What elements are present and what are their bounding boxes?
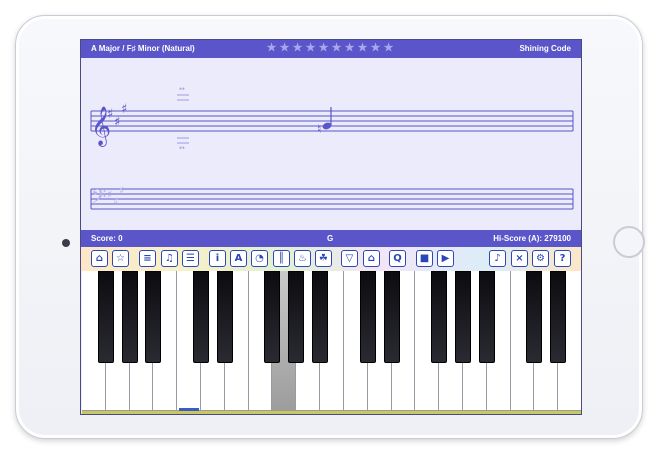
black-key[interactable] (359, 271, 376, 363)
piano-icon: ║ (278, 253, 285, 264)
shape-icon: ⌂ (367, 253, 376, 264)
star-icon: ★ (383, 42, 394, 54)
keyboard-base (82, 411, 581, 414)
star-icon: ★ (292, 42, 303, 54)
piano-keyboard (82, 271, 581, 414)
bass-clef-icon: 𝄢 (91, 185, 106, 213)
star-icon: ★ (266, 42, 277, 54)
down-arrow-icon: ↔ (179, 144, 185, 152)
black-key[interactable] (216, 271, 233, 363)
camera-lens (62, 239, 70, 247)
sharp-icon: ♯ (119, 184, 124, 197)
piano-button[interactable]: ║ (273, 250, 290, 267)
treble-staff (90, 110, 574, 132)
up-arrow-icon: ↔ (179, 85, 185, 93)
app-screen: A Major / F♯ Minor (Natural) ★ ★ ★ ★ ★ ★ ★ ★ ★ ★ … (80, 39, 582, 415)
hiscore-label: Hi-Score (A): 279100 (493, 234, 571, 243)
black-key[interactable] (312, 271, 329, 363)
black-key[interactable] (193, 271, 210, 363)
bass-staff (90, 188, 574, 210)
sharp-icon: ♯ (107, 188, 112, 201)
gear-button[interactable]: ⚙ (532, 250, 549, 267)
natural-icon: ♮ (317, 122, 321, 136)
stop-button[interactable]: ■ (416, 250, 433, 267)
toolbar: ⌂ ☆ ≡ ♫ ☰ i A ◔ ║ ♨ ☘ ▽ ⌂ Q ■ ▶ ♪ × ⚙? (81, 247, 581, 271)
stop-icon: ■ (419, 253, 430, 264)
menu-button[interactable]: ☰ (182, 250, 199, 267)
turtle-icon: ☘ (319, 253, 328, 264)
star-icon: ★ (279, 42, 290, 54)
flame-icon: ♨ (298, 253, 307, 264)
gear-icon: ⚙ (536, 253, 545, 264)
black-key[interactable] (383, 271, 400, 363)
black-key[interactable] (454, 271, 471, 363)
menu-icon: ☰ (186, 253, 195, 264)
sharp-icon: ♯ (107, 107, 113, 122)
sharp-icon: ♯ (121, 102, 127, 117)
black-key[interactable] (526, 271, 543, 363)
info-icon: i (215, 253, 220, 264)
sharp-icon: ♯ (113, 195, 118, 208)
staff-area: 𝄞 ♯ ♯ ♯ ↔ ↔ ♮ 𝄢 ♯ ♯ ♯ (81, 58, 581, 230)
speaker-icon: ♪ (494, 253, 501, 264)
mute-icon: × (515, 253, 524, 264)
star-button[interactable]: ☆ (112, 250, 129, 267)
black-key[interactable] (97, 271, 114, 363)
brand-label: Shining Code (519, 44, 571, 53)
note-grid-button[interactable]: ♫ (161, 250, 178, 267)
star-icon: ★ (318, 42, 329, 54)
current-note-label: G (327, 234, 334, 243)
black-key[interactable] (550, 271, 567, 363)
home-icon: ⌂ (95, 253, 104, 264)
mute-button[interactable]: × (511, 250, 528, 267)
star-icon: ★ (357, 42, 368, 54)
quiz-icon: Q (393, 253, 402, 264)
letter-a-icon: A (234, 253, 243, 264)
quiz-button[interactable]: Q (389, 250, 406, 267)
star-icon: ★ (344, 42, 355, 54)
help-button[interactable]: ? (554, 250, 571, 267)
status-bar: Score: 0 G Hi-Score (A): 279100 (81, 230, 581, 247)
black-key[interactable] (431, 271, 448, 363)
star-icon: ★ (331, 42, 342, 54)
black-key[interactable] (121, 271, 138, 363)
scale-label: A Major / F♯ Minor (Natural) (91, 44, 195, 53)
sharp-icon: ♯ (114, 115, 120, 130)
turtle-button[interactable]: ☘ (315, 250, 332, 267)
star-icon: ☆ (116, 253, 125, 264)
letter-a-button[interactable]: A (230, 250, 247, 267)
star-icon: ★ (305, 42, 316, 54)
black-key[interactable] (145, 271, 162, 363)
black-key[interactable] (264, 271, 281, 363)
shield-button[interactable]: ▽ (341, 250, 358, 267)
black-key[interactable] (288, 271, 305, 363)
speaker-button[interactable]: ♪ (489, 250, 506, 267)
star-icon: ★ (370, 42, 381, 54)
home-button[interactable] (613, 226, 645, 258)
help-icon: ? (559, 253, 566, 264)
staff-icon: ≡ (143, 253, 152, 264)
info-button[interactable]: i (209, 250, 226, 267)
palette-icon: ◔ (255, 253, 264, 264)
palette-button[interactable]: ◔ (251, 250, 268, 267)
shape-button[interactable]: ⌂ (363, 250, 380, 267)
note-grid-icon: ♫ (165, 253, 174, 264)
play-button[interactable]: ▶ (437, 250, 454, 267)
staff-button[interactable]: ≡ (139, 250, 156, 267)
title-bar: A Major / F♯ Minor (Natural) ★ ★ ★ ★ ★ ★ ★ ★ ★ ★ … (81, 40, 581, 58)
ledger-guides (177, 94, 189, 144)
flame-button[interactable]: ♨ (294, 250, 311, 267)
score-label: Score: 0 (91, 234, 123, 243)
play-icon: ▶ (441, 253, 450, 264)
star-rating: ★ ★ ★ ★ ★ ★ ★ ★ ★ ★ (266, 42, 394, 55)
key-marker (179, 408, 200, 411)
black-key[interactable] (478, 271, 495, 363)
staff-svg: 𝄞 ♯ ♯ ♯ ↔ ↔ ♮ 𝄢 ♯ ♯ ♯ (90, 85, 574, 213)
home-button[interactable]: ⌂ (91, 250, 108, 267)
shield-icon: ▽ (345, 253, 354, 264)
